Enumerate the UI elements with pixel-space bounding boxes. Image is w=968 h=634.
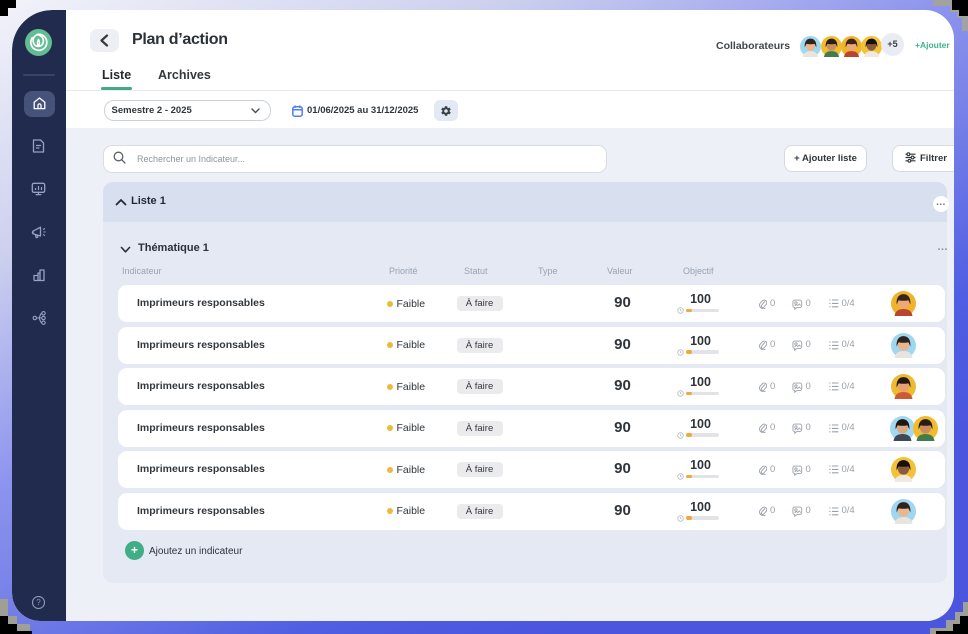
svg-text:?: ?	[36, 598, 41, 607]
